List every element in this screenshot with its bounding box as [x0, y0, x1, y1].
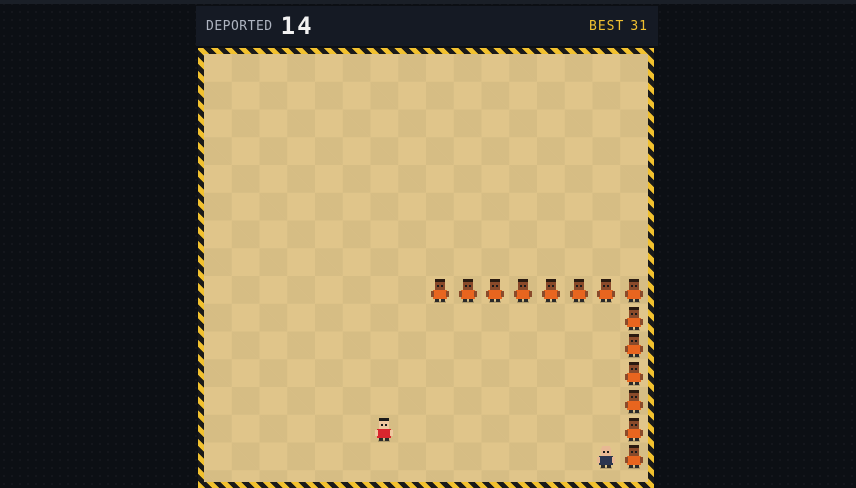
best-score: BEST 31	[589, 6, 648, 46]
score-group: DEPORTED 14	[206, 6, 314, 46]
prisoner-orange-icon	[457, 277, 479, 303]
prisoner-orange-icon	[512, 277, 534, 303]
prisoner-orange-icon	[623, 332, 645, 359]
prisoner-orange-icon	[540, 277, 562, 303]
prisoner-orange-icon	[623, 416, 645, 442]
score-value: 14	[280, 12, 314, 40]
prisoner-orange-icon	[623, 305, 645, 331]
prisoner-orange-icon	[429, 277, 451, 303]
prisoner-orange-icon	[623, 360, 645, 387]
best-value: 31	[630, 18, 648, 34]
bald-guard-icon	[595, 443, 617, 470]
top-edge-bar	[0, 0, 856, 4]
prisoner-orange-icon	[568, 277, 590, 303]
game-arena-border	[198, 48, 654, 488]
player-red-shirt-icon	[373, 416, 395, 442]
prisoner-orange-icon	[595, 277, 617, 303]
prisoner-orange-icon	[484, 277, 506, 303]
prisoner-orange-icon	[623, 277, 645, 303]
prisoner-orange-icon	[623, 388, 645, 414]
best-label: BEST	[589, 18, 625, 34]
score-hud: DEPORTED 14 BEST 31	[196, 6, 658, 46]
score-label: DEPORTED	[206, 18, 273, 34]
prisoner-orange-icon	[623, 443, 645, 470]
game-field[interactable]	[204, 54, 648, 482]
